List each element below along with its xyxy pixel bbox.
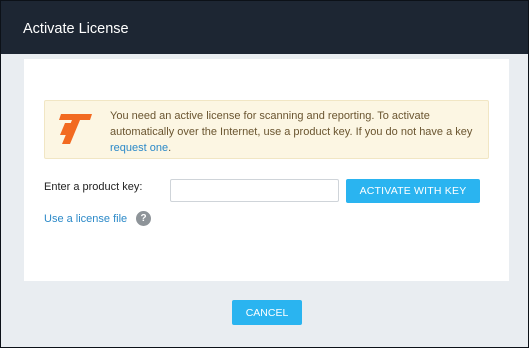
content-panel: You need an active license for scanning … [24, 59, 509, 281]
notice-text: You need an active license for scanning … [110, 108, 490, 156]
activate-with-key-button[interactable]: ACTIVATE WITH KEY [346, 179, 480, 203]
product-key-label: Enter a product key: [44, 181, 143, 193]
cancel-button[interactable]: CANCEL [232, 300, 302, 325]
notice-message: You need an active license for scanning … [110, 110, 473, 138]
product-key-input[interactable] [170, 179, 339, 202]
activate-license-dialog: Activate License You need an active lice… [0, 0, 529, 348]
dialog-body: You need an active license for scanning … [1, 54, 528, 347]
request-one-link[interactable]: request one [110, 142, 168, 154]
use-license-file-link[interactable]: Use a license file [44, 213, 127, 225]
dialog-titlebar: Activate License [1, 1, 528, 54]
question-icon[interactable]: ? [136, 211, 151, 226]
license-notice: You need an active license for scanning … [44, 100, 489, 159]
notice-trailing: . [168, 142, 172, 154]
product-logo-icon [59, 114, 92, 144]
dialog-title: Activate License [23, 21, 129, 37]
